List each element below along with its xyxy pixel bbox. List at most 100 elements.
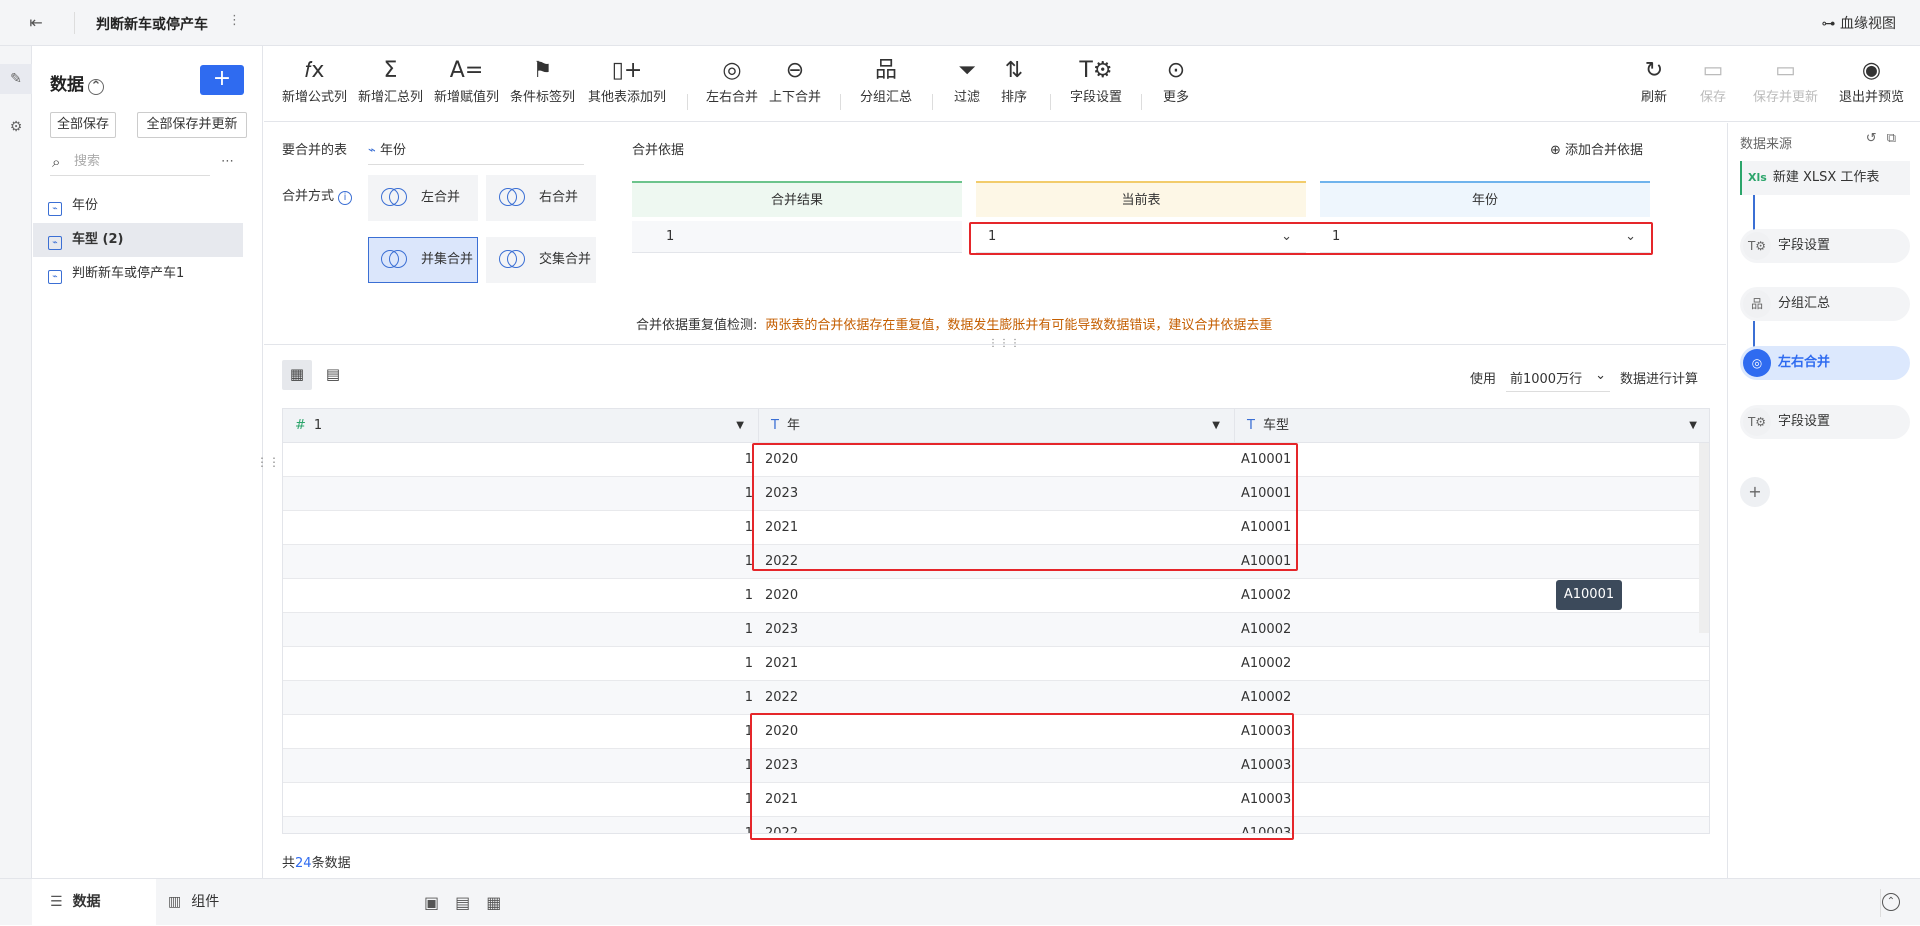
- table-cell: A10001: [1241, 554, 1292, 569]
- basis-current-select[interactable]: 1 ⌄: [976, 221, 1306, 253]
- step-lr-merge[interactable]: ◎ 左右合并: [1740, 346, 1910, 380]
- table-row[interactable]: 1 2020 A10001: [283, 443, 1709, 477]
- dropdown-arrow-icon[interactable]: ▼: [736, 409, 744, 443]
- left-merge-button[interactable]: 左合并: [368, 175, 478, 221]
- panel-tools: ↺⧉: [1866, 131, 1906, 146]
- layout-view-icon[interactable]: ▤: [318, 360, 348, 390]
- basis-year-select[interactable]: 1 ⌄: [1320, 221, 1650, 253]
- add-merge-basis-button[interactable]: ⊕ 添加合并依据: [1550, 139, 1643, 158]
- row-count: 共24条数据: [282, 852, 351, 871]
- table-row[interactable]: 1 2022 A10002: [283, 681, 1709, 715]
- formula-icon: 𝑓x: [304, 58, 325, 83]
- table-row[interactable]: 1 2021 A10002: [283, 647, 1709, 681]
- row-limit-select[interactable]: 前1000万行 ⌄: [1505, 368, 1610, 392]
- table-row[interactable]: 1 2020 A10003: [283, 715, 1709, 749]
- add-table-icon[interactable]: ▤: [455, 893, 486, 912]
- add-summary-column-button[interactable]: Σ 新增汇总列: [358, 56, 423, 105]
- basis-year-value: 1: [1332, 229, 1341, 244]
- more-vertical-icon[interactable]: ⋮: [228, 13, 241, 28]
- union-merge-button[interactable]: 并集合并: [368, 237, 478, 283]
- column-header-year[interactable]: T 年 ▼: [759, 409, 1235, 443]
- intersect-merge-button[interactable]: 交集合并: [486, 237, 596, 283]
- step-field-settings-2[interactable]: T⚙ 字段设置: [1740, 405, 1910, 439]
- save-button[interactable]: ▭ 保存: [1700, 56, 1726, 105]
- table-row[interactable]: 1 2022 A10003: [283, 817, 1709, 833]
- table-cell: 2020: [765, 588, 799, 603]
- source-node[interactable]: Xls 新建 XLSX 工作表: [1740, 161, 1910, 195]
- table-row[interactable]: 1 2020 A10002: [283, 579, 1709, 613]
- table-row[interactable]: 1 2021 A10003: [283, 783, 1709, 817]
- add-report-icon[interactable]: ▦: [486, 893, 517, 912]
- add-other-table-column-button[interactable]: ▯+ 其他表添加列: [588, 56, 666, 105]
- basis-header-year: 年份: [1320, 181, 1650, 217]
- table-cell: 2023: [765, 758, 799, 773]
- grid-view-icon[interactable]: ▦: [282, 360, 312, 390]
- filter-button[interactable]: ⏷ 过滤: [954, 56, 980, 105]
- column-header-model[interactable]: T 车型 ▼: [1235, 409, 1709, 443]
- add-chart-icon[interactable]: ▣: [424, 893, 455, 912]
- sort-icon: ⇅: [1004, 58, 1024, 83]
- table-cell: 2022: [765, 554, 799, 569]
- add-step-icon[interactable]: +: [1740, 477, 1770, 507]
- add-tag-column-button[interactable]: ⚑ 条件标签列: [510, 56, 575, 105]
- table-cell: A10003: [1241, 724, 1292, 739]
- step-group-summary[interactable]: 品分组汇总: [1740, 287, 1910, 321]
- row-limit-value: 前1000万行: [1509, 372, 1583, 387]
- exit-icon[interactable]: ⇤: [24, 12, 48, 36]
- refresh-button[interactable]: ↻ 刷新: [1641, 56, 1667, 105]
- search-input[interactable]: ⌕ 搜索: [50, 150, 210, 176]
- database-icon: ☰: [50, 894, 63, 910]
- sort-button[interactable]: ⇅ 排序: [1001, 56, 1027, 105]
- info-icon[interactable]: i: [338, 191, 353, 205]
- column-name: 年: [786, 418, 800, 433]
- tab-data[interactable]: ☰ 数据: [32, 879, 156, 926]
- right-merge-button[interactable]: 右合并: [486, 175, 596, 221]
- save-update-button[interactable]: ▭ 保存并更新: [1753, 56, 1818, 105]
- sidebar-header: 数据 ⌃: [50, 70, 104, 95]
- ud-merge-button[interactable]: ⊖ 上下合并: [769, 56, 821, 105]
- save-all-update-button[interactable]: 全部保存并更新: [137, 112, 247, 138]
- table-cell: 1: [744, 622, 753, 637]
- add-table-button[interactable]: +: [200, 65, 244, 95]
- number-type-icon: #: [295, 418, 306, 433]
- table-cell: 1: [744, 486, 753, 501]
- dropdown-arrow-icon[interactable]: ▼: [1212, 409, 1220, 443]
- table-cell: 2023: [765, 486, 799, 501]
- expand-up-icon[interactable]: ⌃: [1882, 893, 1900, 911]
- table-row[interactable]: 1 2023 A10003: [283, 749, 1709, 783]
- column-header-1[interactable]: #1 ▼: [283, 409, 759, 443]
- assign-icon: A=: [449, 58, 484, 83]
- component-icon[interactable]: ⚙: [0, 112, 32, 142]
- collapse-panel-icon[interactable]: ⧉: [1887, 131, 1906, 146]
- table-row[interactable]: 1 2021 A10001: [283, 511, 1709, 545]
- history-icon[interactable]: ↺: [1866, 131, 1887, 146]
- exit-preview-button[interactable]: ◉ 退出并预览: [1839, 56, 1904, 105]
- table-row[interactable]: 1 2023 A10002: [283, 613, 1709, 647]
- lr-merge-button[interactable]: ◎ 左右合并: [706, 56, 758, 105]
- add-assign-column-button[interactable]: A= 新增赋值列: [434, 56, 499, 105]
- table-row[interactable]: 1 2023 A10001: [283, 477, 1709, 511]
- merge-table-field[interactable]: ⌁ 年份: [368, 139, 584, 165]
- bottom-bar: ☰ 数据 ▥ 组件 ▣▤▦ ⌃: [0, 878, 1920, 926]
- more-button[interactable]: ⊙ 更多: [1163, 56, 1189, 105]
- table-item-year[interactable]: ⌁ 年份: [33, 189, 263, 223]
- save-all-button[interactable]: 全部保存: [50, 112, 116, 138]
- table-item-model[interactable]: ⌁ 车型 (2): [33, 223, 243, 257]
- add-formula-column-button[interactable]: 𝑓x 新增公式列: [282, 56, 347, 105]
- data-edit-icon[interactable]: ✎: [0, 64, 32, 94]
- tb-label: 分组汇总: [860, 90, 913, 105]
- vertical-scrollbar[interactable]: [1699, 443, 1709, 633]
- table-icon: ⌁: [48, 236, 62, 250]
- lr-merge-icon: ◎: [1743, 349, 1771, 377]
- table-item-judge[interactable]: ⌁ 判断新车或停产车1: [33, 257, 263, 291]
- step-field-settings-1[interactable]: T⚙ 字段设置: [1740, 229, 1910, 263]
- more-options-icon[interactable]: ⋯: [221, 154, 234, 169]
- lineage-view-button[interactable]: ⊶ 血缘视图: [1822, 13, 1896, 33]
- table-cell: 1: [744, 554, 753, 569]
- dropdown-arrow-icon[interactable]: ▼: [1689, 409, 1697, 443]
- collapse-up-icon[interactable]: ⌃: [88, 79, 104, 95]
- tab-component[interactable]: ▥ 组件: [150, 879, 219, 926]
- group-summary-button[interactable]: 品分组汇总: [860, 56, 912, 105]
- table-row[interactable]: 1 2022 A10001: [283, 545, 1709, 579]
- field-settings-button[interactable]: T⚙ 字段设置: [1070, 56, 1122, 105]
